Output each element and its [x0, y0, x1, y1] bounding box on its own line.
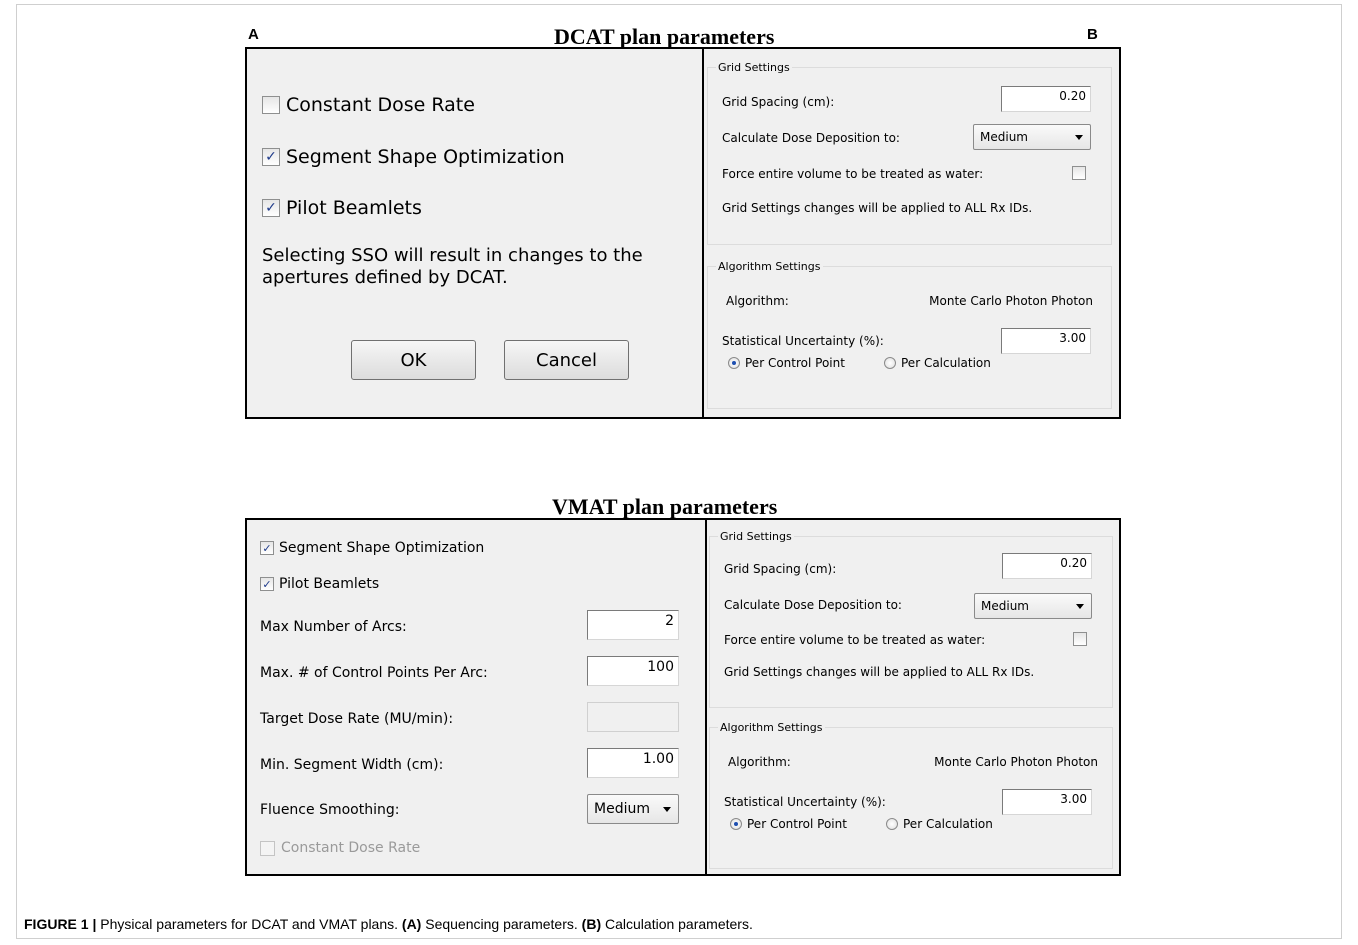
- checkbox-label: Segment Shape Optimization: [279, 540, 485, 556]
- grid-spacing-input[interactable]: 0.20: [1002, 553, 1092, 579]
- radio-icon[interactable]: [884, 357, 896, 369]
- fluence-smoothing-dropdown[interactable]: Medium: [587, 794, 679, 824]
- vmat-dialog: ✓ Segment Shape Optimization ✓ Pilot Bea…: [245, 518, 1121, 876]
- vmat-sequencing-pane: ✓ Segment Shape Optimization ✓ Pilot Bea…: [247, 520, 705, 874]
- cancel-button[interactable]: Cancel: [504, 340, 629, 380]
- checkbox-checked-icon[interactable]: ✓: [262, 148, 280, 166]
- dose-deposition-label: Calculate Dose Deposition to:: [722, 131, 900, 145]
- figure-caption: FIGURE 1 | Physical parameters for DCAT …: [24, 916, 753, 932]
- grid-spacing-label: Grid Spacing (cm):: [722, 95, 835, 109]
- ok-button[interactable]: OK: [351, 340, 476, 380]
- radio-per-calculation[interactable]: Per Calculation: [884, 356, 991, 370]
- dcat-segment-shape-optimization[interactable]: ✓ Segment Shape Optimization: [262, 146, 565, 168]
- dcat-sso-note: Selecting SSO will result in changes to …: [262, 245, 643, 288]
- grid-spacing-input[interactable]: 0.20: [1001, 86, 1091, 112]
- max-arcs-input[interactable]: 2: [587, 610, 679, 640]
- vmat-constant-dose-rate: Constant Dose Rate: [260, 840, 420, 856]
- vmat-title: VMAT plan parameters: [552, 494, 778, 519]
- grid-settings-label: Grid Settings: [718, 530, 794, 543]
- dcat-constant-dose-rate[interactable]: Constant Dose Rate: [262, 94, 475, 116]
- min-segment-width-label: Min. Segment Width (cm):: [260, 757, 444, 773]
- dcat-sequencing-pane: Constant Dose Rate ✓ Segment Shape Optim…: [247, 49, 702, 417]
- checkbox-checked-icon[interactable]: ✓: [260, 541, 274, 555]
- dcat-pilot-beamlets[interactable]: ✓ Pilot Beamlets: [262, 197, 422, 219]
- statistical-uncertainty-input[interactable]: 3.00: [1001, 328, 1091, 354]
- caption-b-label: (B): [581, 916, 602, 932]
- max-control-points-label: Max. # of Control Points Per Arc:: [260, 665, 488, 681]
- force-water-checkbox[interactable]: [1073, 632, 1087, 646]
- caption-a-text: Sequencing parameters.: [421, 916, 582, 932]
- checkbox-label: Segment Shape Optimization: [286, 146, 565, 168]
- dose-deposition-dropdown[interactable]: Medium: [973, 124, 1091, 150]
- checkbox-label: Pilot Beamlets: [279, 576, 380, 592]
- force-water-checkbox[interactable]: [1072, 166, 1086, 180]
- statistical-uncertainty-label: Statistical Uncertainty (%):: [722, 334, 884, 348]
- checkbox-label: Constant Dose Rate: [281, 840, 421, 856]
- chevron-down-icon: [663, 807, 671, 812]
- radio-icon[interactable]: [886, 818, 898, 830]
- checkbox-checked-icon[interactable]: ✓: [262, 199, 280, 217]
- checkbox-label: Pilot Beamlets: [286, 197, 422, 219]
- vmat-pilot-beamlets[interactable]: ✓ Pilot Beamlets: [260, 576, 379, 592]
- statistical-uncertainty-input[interactable]: 3.00: [1002, 789, 1092, 815]
- statistical-uncertainty-label: Statistical Uncertainty (%):: [724, 795, 886, 809]
- force-water-label: Force entire volume to be treated as wat…: [722, 167, 984, 181]
- max-arcs-label: Max Number of Arcs:: [260, 619, 407, 635]
- caption-a-label: (A): [401, 916, 422, 932]
- vmat-calculation-pane: Grid Settings Grid Spacing (cm): 0.20 Ca…: [705, 520, 1119, 874]
- panel-label-b: B: [1087, 26, 1098, 43]
- checkbox-label: Constant Dose Rate: [286, 94, 475, 116]
- chevron-down-icon: [1075, 135, 1083, 140]
- min-segment-width-input[interactable]: 1.00: [587, 748, 679, 778]
- dose-deposition-label: Calculate Dose Deposition to:: [724, 598, 902, 612]
- dcat-dialog: Constant Dose Rate ✓ Segment Shape Optim…: [245, 47, 1121, 419]
- chevron-down-icon: [1076, 604, 1084, 609]
- vmat-segment-shape-optimization[interactable]: ✓ Segment Shape Optimization: [260, 540, 484, 556]
- target-dose-rate-input: [587, 702, 679, 732]
- algorithm-label: Algorithm:: [726, 294, 789, 308]
- grid-note: Grid Settings changes will be applied to…: [722, 201, 1033, 215]
- algorithm-value: Monte Carlo Photon Photon: [929, 294, 1093, 308]
- grid-settings-group: Grid Settings Grid Spacing (cm): 0.20 Ca…: [707, 61, 1112, 245]
- checkbox-checked-icon[interactable]: ✓: [260, 577, 274, 591]
- grid-settings-group: Grid Settings Grid Spacing (cm): 0.20 Ca…: [709, 530, 1113, 708]
- radio-per-control-point[interactable]: Per Control Point: [730, 817, 847, 831]
- fluence-smoothing-label: Fluence Smoothing:: [260, 802, 400, 818]
- algorithm-value: Monte Carlo Photon Photon: [934, 755, 1098, 769]
- caption-b-text: Calculation parameters.: [601, 916, 753, 932]
- dose-deposition-dropdown[interactable]: Medium: [974, 593, 1092, 619]
- figure-label: FIGURE 1 |: [24, 916, 97, 932]
- algorithm-settings-label: Algorithm Settings: [718, 721, 825, 734]
- force-water-label: Force entire volume to be treated as wat…: [724, 633, 986, 647]
- dcat-calculation-pane: Grid Settings Grid Spacing (cm): 0.20 Ca…: [702, 49, 1119, 417]
- grid-note: Grid Settings changes will be applied to…: [724, 665, 1035, 679]
- radio-per-calculation[interactable]: Per Calculation: [886, 817, 993, 831]
- algorithm-settings-group: Algorithm Settings Algorithm: Monte Carl…: [709, 721, 1113, 869]
- algorithm-settings-group: Algorithm Settings Algorithm: Monte Carl…: [707, 260, 1112, 409]
- radio-selected-icon[interactable]: [728, 357, 740, 369]
- checkbox-disabled-icon: [260, 840, 275, 856]
- caption-text: Physical parameters for DCAT and VMAT pl…: [96, 916, 402, 932]
- grid-spacing-label: Grid Spacing (cm):: [724, 562, 837, 576]
- target-dose-rate-label: Target Dose Rate (MU/min):: [260, 711, 454, 727]
- radio-selected-icon[interactable]: [730, 818, 742, 830]
- checkbox-icon[interactable]: [262, 96, 280, 114]
- radio-per-control-point[interactable]: Per Control Point: [728, 356, 845, 370]
- panel-label-a: A: [248, 26, 259, 43]
- max-control-points-input[interactable]: 100: [587, 656, 679, 686]
- algorithm-label: Algorithm:: [728, 755, 791, 769]
- grid-settings-label: Grid Settings: [716, 61, 792, 74]
- algorithm-settings-label: Algorithm Settings: [716, 260, 823, 273]
